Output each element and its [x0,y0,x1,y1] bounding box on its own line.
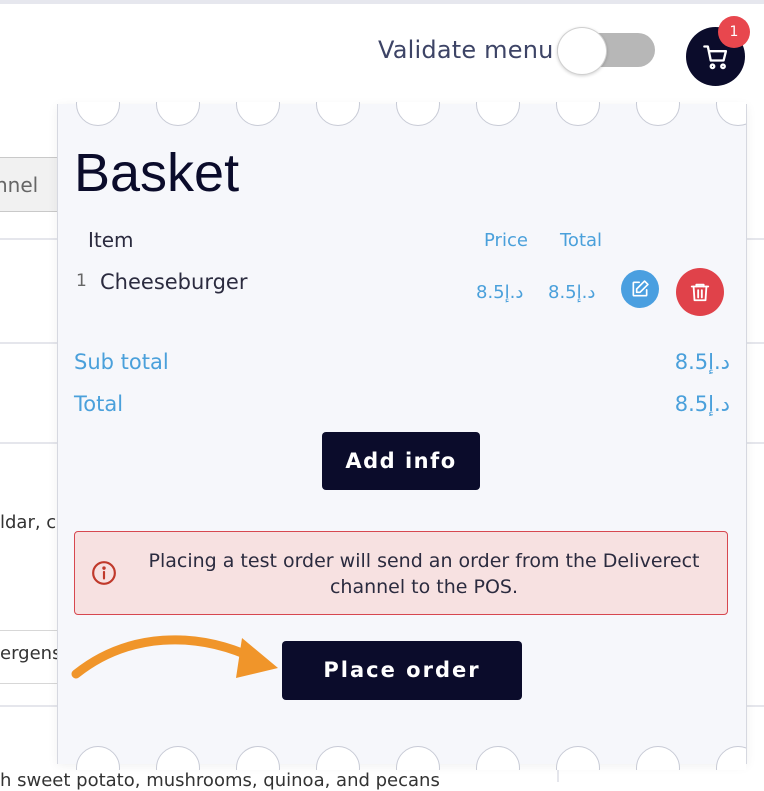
validate-menu-toggle[interactable] [557,27,655,75]
arrow-annotation-icon [71,635,278,679]
total-label: Total [74,392,124,416]
top-border [0,0,764,4]
column-header-price: Price [484,230,528,251]
product-description: h sweet potato, mushrooms, quinoa, and p… [0,770,440,791]
allergens-label: ergens [0,643,62,664]
validate-menu-label: Validate menu [378,36,554,64]
column-header-total: Total [560,230,603,251]
add-info-button[interactable]: Add info [322,432,480,490]
place-order-button[interactable]: Place order [282,641,522,700]
column-header-item: Item [88,228,134,252]
item-total: 8.5د.إ [548,282,596,303]
cart-icon [703,45,728,70]
item-price: 8.5د.إ [476,282,524,303]
item-name: Cheeseburger [100,270,248,294]
alert-message: Placing a test order will send an order … [148,550,700,598]
info-icon [92,561,116,585]
edit-icon [632,280,649,297]
edit-item-button[interactable] [621,270,659,308]
trash-icon [690,283,710,302]
sub-total-value: 8.5د.إ [674,350,730,374]
panel-top-edge [58,102,746,128]
cart-count-badge: 1 [718,16,750,48]
test-order-alert: Placing a test order will send an order … [74,531,728,615]
total-value: 8.5د.إ [674,392,730,416]
item-quantity: 1 [76,271,87,291]
sub-total-label: Sub total [74,350,169,374]
basket-title: Basket [74,143,240,203]
toggle-knob[interactable] [557,27,607,75]
panel-bottom-edge [58,744,746,770]
delete-item-button[interactable] [676,268,724,316]
